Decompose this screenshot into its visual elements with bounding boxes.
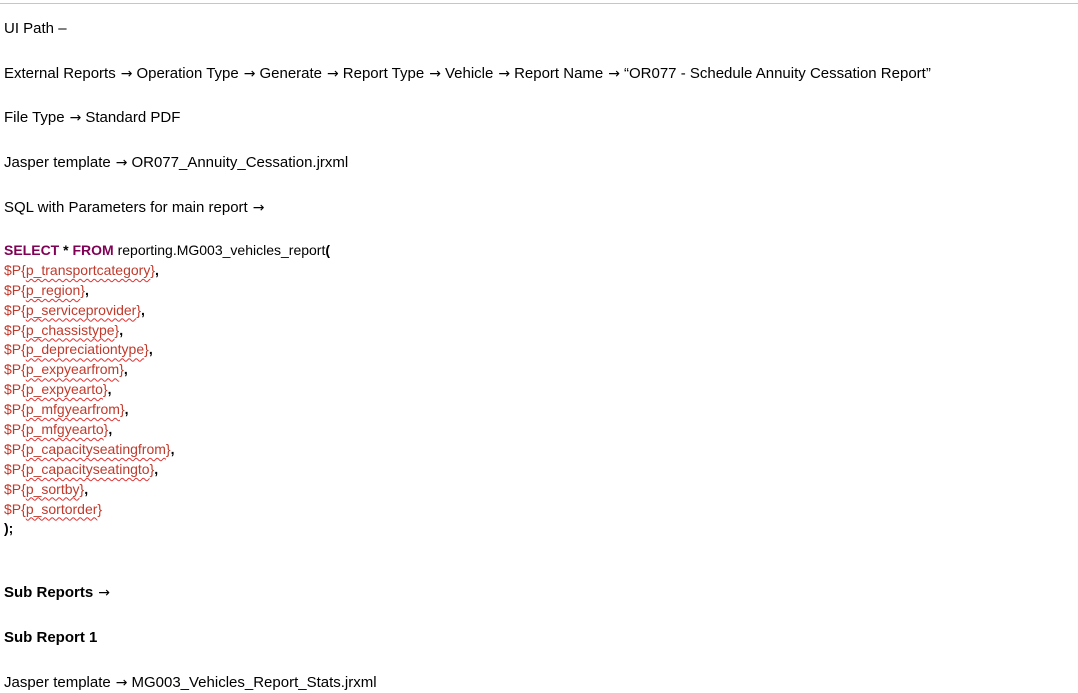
sql-label: SQL with Parameters for main report [4,199,248,216]
sql-star: * [63,242,69,258]
breadcrumb-step: External Reports [4,65,116,82]
sql-parameter-comma: , [119,321,124,338]
sql-parameter-prefix: $P{ [4,341,26,358]
file-type-line: File Type → Standard PDF [4,108,180,128]
sql-parameter-line: $P{p_serviceprovider}, [4,301,330,321]
sql-parameter-name: p_chassistype [25,321,115,338]
sql-parameter-line: $P{p_mfgyearfrom}, [4,400,330,420]
sql-parameter-line: $P{p_mfgyearto}, [4,420,330,440]
sql-parameter-name: p_mfgyearfrom [25,401,120,418]
sql-parameter-name: p_mfgyearto [25,421,104,438]
sub-reports-line: Sub Reports → [4,583,114,603]
arrow-icon: → [498,66,511,82]
arrow-icon: → [327,66,339,82]
breadcrumb-step: Generate [259,65,323,82]
sql-label-line: SQL with Parameters for main report → [4,198,268,218]
arrow-icon: → [252,200,265,216]
sql-parameter-line: $P{p_sortorder} [4,500,330,520]
sql-parameter-prefix: $P{ [4,321,26,338]
jasper-template-label: Jasper template [4,674,111,691]
sql-parameter-prefix: $P{ [4,361,26,378]
sql-parameter-name: p_expyearfrom [25,361,120,378]
sql-close-line: ); [4,520,14,537]
sql-parameter-prefix: $P{ [4,460,26,477]
sql-parameter-comma: , [84,480,89,497]
sub-report-1-heading: Sub Report 1 [4,629,98,646]
arrow-icon: → [98,585,110,601]
arrow-icon: → [115,675,128,691]
sql-parameter-name: p_region [25,281,81,298]
sql-parameter-comma: , [85,281,89,298]
sql-parameter-prefix: $P{ [4,301,26,318]
sql-parameter-name: p_sortby [25,480,80,497]
sql-parameter-prefix: $P{ [4,440,26,457]
sql-parameter-name: p_capacityseatingto [25,460,150,477]
jasper-template-value: MG003_Vehicles_Report_Stats.jrxml [131,674,377,691]
sql-parameter-line: $P{p_capacityseatingto}, [4,460,330,480]
sql-parameter-name: p_depreciationtype [25,341,145,358]
sql-parameter-line: $P{p_expyearfrom}, [4,360,330,380]
file-type-value: Standard PDF [85,109,181,126]
sql-parameter-comma: , [155,261,159,278]
sql-parameter-line: $P{p_capacityseatingfrom}, [4,440,330,460]
arrow-icon: → [429,66,441,82]
arrow-icon: → [69,110,82,126]
sql-parameter-comma: , [141,301,145,318]
sql-parameter-prefix: $P{ [4,500,26,517]
sql-parameter-comma: , [124,401,129,418]
breadcrumb-step: “OR077 - Schedule Annuity Cessation Repo… [624,65,931,82]
arrow-icon: → [243,66,256,82]
jasper-template-label: Jasper template [4,154,111,171]
breadcrumb-step: Report Name [514,65,604,82]
sql-function-name: reporting.MG003_vehicles_report [117,242,326,258]
breadcrumb-step: Operation Type [136,65,239,82]
ui-path-heading: UI Path – [4,20,67,37]
jasper-template-sub-line: Jasper template → MG003_Vehicles_Report_St… [4,673,377,693]
file-type-label: File Type [4,109,65,126]
sql-parameter-prefix: $P{ [4,281,26,298]
sql-code-block: SELECT * FROM reporting.MG003_vehicles_r… [4,241,330,539]
sql-parameter-comma: , [107,381,112,398]
sql-parameter-name: p_serviceprovider [25,301,137,318]
sql-open-paren: ( [325,242,331,258]
sql-parameter-prefix: $P{ [4,401,26,418]
jasper-template-main-line: Jasper template → OR077_Annuity_Cessation.… [4,153,348,173]
arrow-icon: → [115,155,128,171]
sql-parameter-name: p_transportcategory [25,261,151,278]
arrow-icon: → [120,66,133,82]
sql-parameter-comma: , [170,440,175,457]
sql-parameter-line: $P{p_region}, [4,281,330,301]
sql-parameter-line: $P{p_chassistype}, [4,321,330,341]
sql-select-line: SELECT * FROM reporting.MG003_vehicles_r… [4,241,330,261]
sql-parameter-line: $P{p_depreciationtype}, [4,340,330,360]
ui-path-breadcrumb: External Reports → Operation Type → Generate… [4,64,931,84]
sql-from-keyword: FROM [72,242,114,258]
sql-parameter-prefix: $P{ [4,381,26,398]
breadcrumb-step: Vehicle [444,65,494,82]
sql-parameter-prefix: $P{ [4,421,26,438]
arrow-icon: → [608,66,620,82]
top-divider [0,3,1078,4]
sql-parameter-comma: , [154,460,159,477]
sql-parameter-list: $P{p_transportcategory}, $P{p_region}, $P{… [4,261,330,520]
sql-select-keyword: SELECT [4,242,60,258]
sql-parameter-name: p_sortorder [25,500,98,517]
sql-parameter-comma: , [108,421,113,438]
sql-parameter-comma: , [123,361,128,378]
sql-parameter-name: p_capacityseatingfrom [25,440,166,457]
sql-parameter-line: $P{p_transportcategory}, [4,261,330,281]
sql-parameter-close: } [97,500,103,517]
sql-parameter-line: $P{p_expyearto}, [4,380,330,400]
sql-parameter-comma: , [148,341,153,358]
breadcrumb-step: Report Type [342,65,425,82]
sql-parameter-name: p_expyearto [25,381,103,398]
sql-parameter-line: $P{p_sortby}, [4,480,330,500]
jasper-template-value: OR077_Annuity_Cessation.jrxml [131,154,349,171]
sql-parameter-prefix: $P{ [4,480,26,497]
sql-parameter-prefix: $P{ [4,261,26,278]
sub-reports-label: Sub Reports [4,584,94,601]
